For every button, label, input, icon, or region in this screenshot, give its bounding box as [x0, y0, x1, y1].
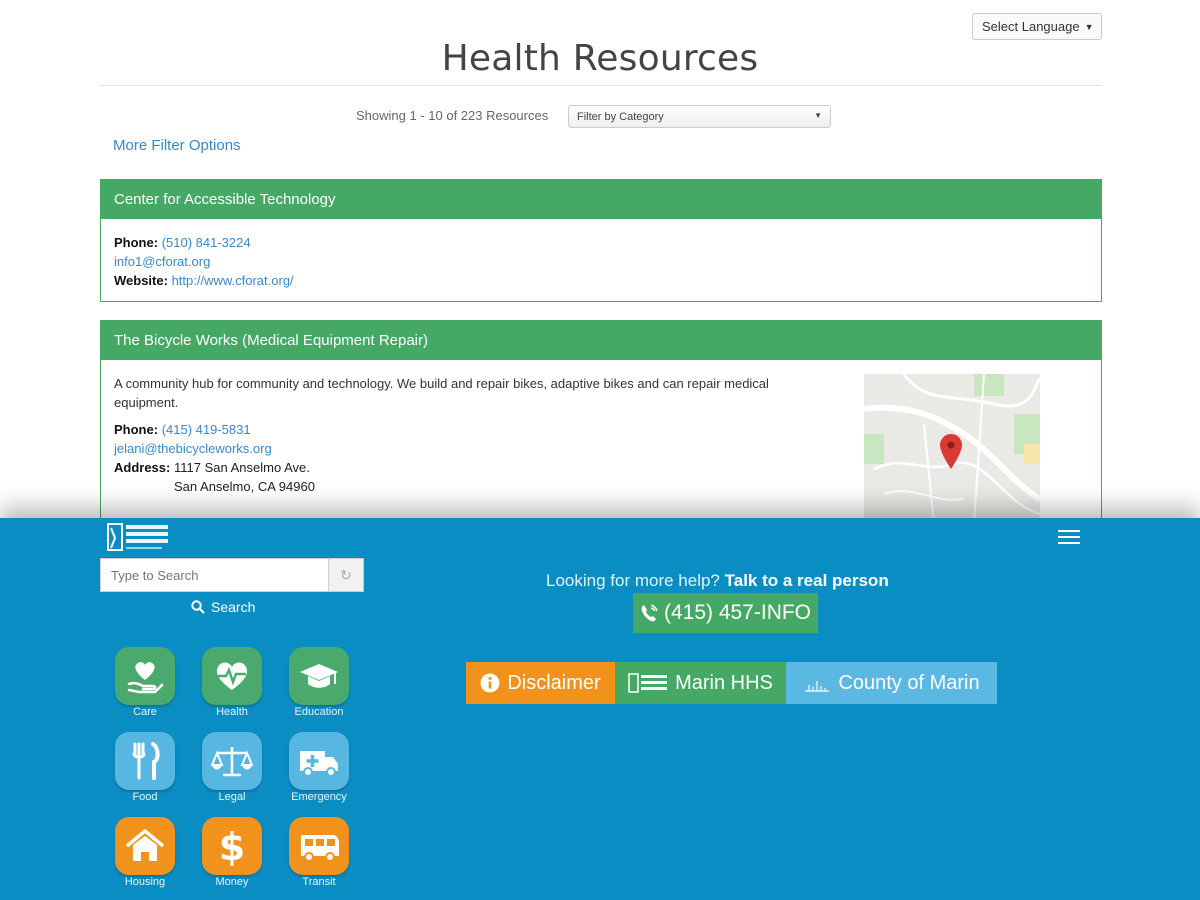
footer-panel: ↻ Search Care Health Education Food Lega…: [0, 518, 1200, 900]
chevron-down-icon: ▼: [1084, 21, 1094, 32]
phone-link[interactable]: (510) 841-3224: [162, 235, 251, 250]
graduation-cap-icon: [289, 647, 349, 705]
phone-label: Phone:: [114, 235, 159, 250]
ambulance-icon: [289, 732, 349, 790]
phone-link[interactable]: (415) 419-5831: [162, 422, 251, 437]
search-input[interactable]: [100, 558, 328, 592]
website-label: Website:: [114, 273, 168, 288]
category-label: Food: [132, 791, 158, 803]
marin-hhs-logo[interactable]: [107, 522, 171, 554]
scales-icon: [202, 732, 262, 790]
category-emergency[interactable]: Emergency: [274, 732, 364, 803]
dollar-icon: $: [202, 817, 262, 875]
category-label: Emergency: [291, 791, 347, 803]
category-label: Housing: [124, 876, 166, 888]
language-select[interactable]: Select Language ▼: [972, 13, 1102, 40]
bus-icon: [289, 817, 349, 875]
location-map[interactable]: [864, 374, 1040, 524]
marin-hhs-label: Marin HHS: [675, 671, 773, 694]
email-link[interactable]: info1@cforat.org: [114, 254, 210, 269]
fork-knife-icon: [115, 732, 175, 790]
info-icon: [480, 673, 500, 693]
phone-button[interactable]: (415) 457-INFO: [633, 593, 818, 633]
help-text: Looking for more help? Talk to a real pe…: [546, 571, 889, 591]
chevron-down-icon: ▼: [814, 111, 822, 120]
category-label: Education: [294, 706, 344, 718]
disclaimer-label: Disclaimer: [507, 671, 601, 694]
category-legal[interactable]: Legal: [187, 732, 277, 803]
category-health[interactable]: Health: [187, 647, 277, 718]
hand-heart-icon: [115, 647, 175, 705]
house-icon: [115, 817, 175, 875]
search-icon: [191, 600, 205, 614]
category-money[interactable]: $ Money: [187, 817, 277, 888]
marin-hhs-logo-icon: [628, 673, 668, 693]
email-link[interactable]: jelani@thebicycleworks.org: [114, 441, 272, 456]
resource-title[interactable]: The Bicycle Works (Medical Equipment Rep…: [101, 321, 1101, 360]
category-label: Care: [133, 706, 157, 718]
category-label: Health: [216, 706, 248, 718]
category-label: Money: [215, 876, 249, 888]
page-title: Health Resources: [441, 38, 759, 79]
phone-number: (415) 457-INFO: [663, 601, 812, 624]
resource-title[interactable]: Center for Accessible Technology: [101, 180, 1101, 219]
phone-icon: [641, 604, 658, 622]
language-select-label: Select Language: [982, 19, 1080, 34]
refresh-icon[interactable]: ↻: [328, 558, 364, 592]
category-filter-select[interactable]: Filter by Category ▼: [568, 105, 831, 128]
heartbeat-icon: [202, 647, 262, 705]
county-label: County of Marin: [838, 671, 980, 694]
phone-label: Phone:: [114, 422, 159, 437]
search-box: ↻: [100, 558, 364, 592]
footer-button-row: Disclaimer Marin HHS County of Marin: [466, 662, 997, 704]
help-strong: Talk to a real person: [724, 571, 889, 590]
category-care[interactable]: Care: [100, 647, 190, 718]
county-logo-icon: [805, 681, 830, 692]
category-label: Transit: [302, 876, 336, 888]
category-housing[interactable]: Housing: [100, 817, 190, 888]
website-link[interactable]: http://www.cforat.org/: [172, 273, 294, 288]
category-filter-label: Filter by Category: [577, 111, 664, 123]
results-count: Showing 1 - 10 of 223 Resources: [356, 108, 549, 123]
category-transit[interactable]: Transit: [274, 817, 364, 888]
more-filter-options-link[interactable]: More Filter Options: [113, 137, 241, 154]
category-label: Legal: [218, 791, 246, 803]
search-button[interactable]: Search: [191, 599, 255, 615]
resource-card: The Bicycle Works (Medical Equipment Rep…: [100, 320, 1102, 540]
category-food[interactable]: Food: [100, 732, 190, 803]
county-of-marin-button[interactable]: County of Marin: [786, 662, 997, 704]
title-divider: [100, 85, 1102, 86]
category-education[interactable]: Education: [274, 647, 364, 718]
resource-card: Center for Accessible Technology Phone: …: [100, 179, 1102, 302]
menu-hamburger-icon[interactable]: [1058, 530, 1080, 546]
address-line: 1117 San Anselmo Ave.: [173, 460, 310, 475]
address-label: Address:: [114, 460, 171, 475]
disclaimer-button[interactable]: Disclaimer: [466, 662, 615, 704]
resource-description: A community hub for community and techno…: [114, 376, 769, 410]
help-prefix: Looking for more help?: [546, 571, 720, 590]
svg-text:$: $: [219, 825, 245, 867]
search-label: Search: [211, 599, 256, 615]
marin-hhs-button[interactable]: Marin HHS: [615, 662, 786, 704]
